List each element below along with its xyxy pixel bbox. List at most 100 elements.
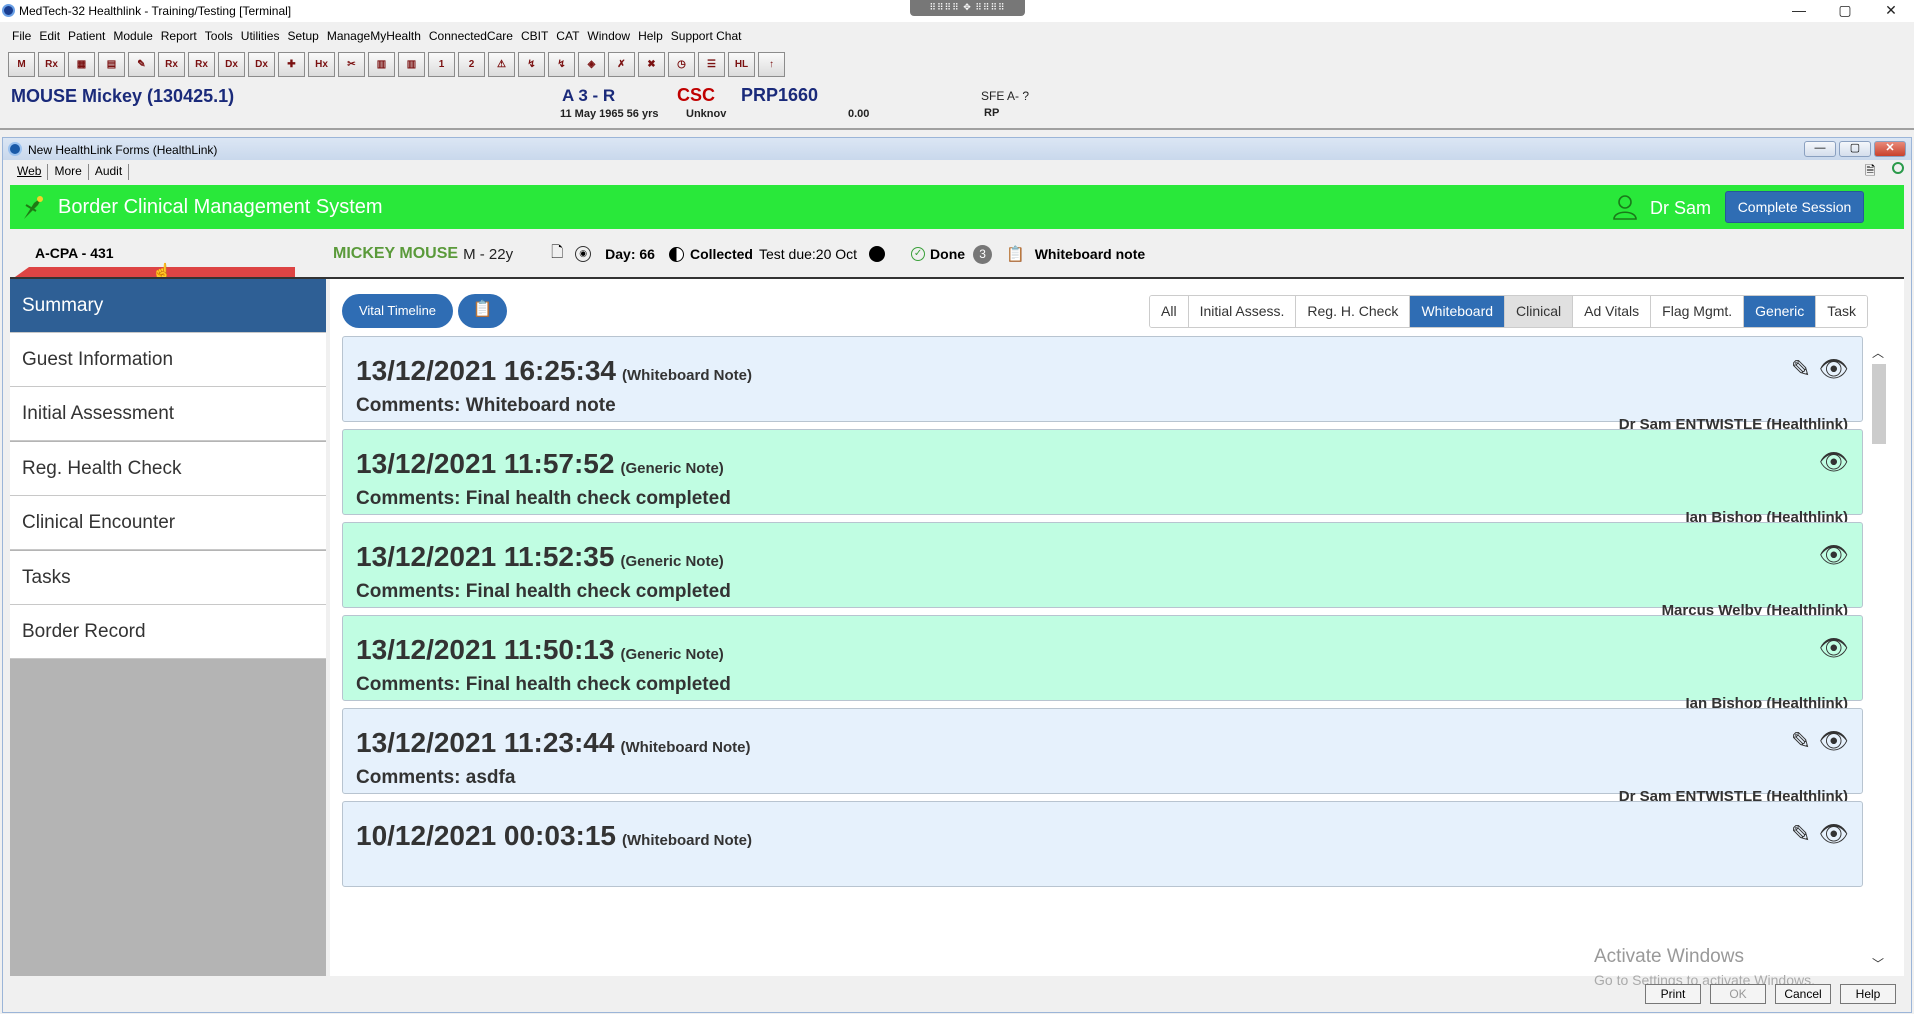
filter-task[interactable]: Task (1816, 296, 1867, 327)
view-eye-icon[interactable]: 👁 (1819, 820, 1849, 849)
status-icon[interactable] (1892, 162, 1904, 174)
note-card[interactable]: 10/12/2021 00:03:15 (Whiteboard Note) ✎ 👁 (342, 801, 1863, 887)
sidebar-item-border-record[interactable]: Border Record (10, 605, 326, 659)
toolbar-button-6[interactable]: Rx (158, 52, 185, 77)
note-card[interactable]: 13/12/2021 11:50:13 (Generic Note) Commen… (342, 615, 1863, 712)
toolbar-button-1[interactable]: M (8, 52, 35, 77)
edit-icon[interactable]: ✎ (1791, 820, 1811, 849)
document-icon[interactable]: 🗋 (551, 242, 563, 267)
note-card[interactable]: 13/12/2021 11:57:52 (Generic Note) Commen… (342, 429, 1863, 526)
filter-ad-vitals[interactable]: Ad Vitals (1573, 296, 1652, 327)
filter-generic[interactable]: Generic (1744, 296, 1817, 327)
user-name[interactable]: Dr Sam (1650, 198, 1711, 219)
scroll-down-arrow[interactable]: ﹀ (1872, 955, 1884, 972)
whiteboard-note-link[interactable]: Whiteboard note (1035, 246, 1145, 262)
menu-file[interactable]: File (8, 26, 35, 46)
minimize-button[interactable]: — (1776, 0, 1822, 22)
view-eye-icon[interactable]: 👁 (1819, 634, 1849, 663)
inner-close-button[interactable]: ✕ (1874, 141, 1906, 157)
tab-web[interactable]: Web (11, 164, 49, 180)
toolbar-button-10[interactable]: ✚ (278, 52, 305, 77)
toolbar-button-8[interactable]: Dx (218, 52, 245, 77)
patient-banner-name[interactable]: MOUSE Mickey (130425.1) (11, 86, 234, 107)
note-card[interactable]: 13/12/2021 11:52:35 (Generic Note) Commen… (342, 522, 1863, 619)
clipboard-icon[interactable]: 📋 (1006, 245, 1025, 263)
toolbar-button-9[interactable]: Dx (248, 52, 275, 77)
inner-minimize-button[interactable]: — (1804, 141, 1836, 157)
menu-patient[interactable]: Patient (64, 26, 109, 46)
close-button[interactable]: ✕ (1868, 0, 1914, 22)
toolbar-button-22[interactable]: ✖ (638, 52, 665, 77)
toolbar-button-4[interactable]: ▤ (98, 52, 125, 77)
cancel-button[interactable]: Cancel (1775, 984, 1831, 1004)
menu-support-chat[interactable]: Support Chat (667, 26, 746, 46)
tab-audit[interactable]: Audit (89, 164, 130, 180)
tab-more[interactable]: More (48, 164, 89, 180)
toolbar-button-21[interactable]: ✗ (608, 52, 635, 77)
menu-cat[interactable]: CAT (552, 26, 583, 46)
camera-icon[interactable]: ◉ (575, 246, 592, 262)
toolbar-button-23[interactable]: ◷ (668, 52, 695, 77)
toolbar-button-24[interactable]: ☰ (698, 52, 725, 77)
menu-connectedcare[interactable]: ConnectedCare (425, 26, 517, 46)
sidebar-item-reg-health-check[interactable]: Reg. Health Check (10, 442, 326, 496)
menu-window[interactable]: Window (583, 26, 634, 46)
menu-help[interactable]: Help (634, 26, 667, 46)
filter-initial-assess[interactable]: Initial Assess. (1188, 296, 1297, 327)
toolbar-button-11[interactable]: Hx (308, 52, 335, 77)
toolbar-button-15[interactable]: 1 (428, 52, 455, 77)
menu-tools[interactable]: Tools (201, 26, 237, 46)
toolbar-button-26[interactable]: ↑ (758, 52, 785, 77)
inner-maximize-button[interactable]: ▢ (1839, 141, 1871, 157)
sidebar-item-guest-information[interactable]: Guest Information (10, 333, 326, 387)
toolbar-button-14[interactable]: ▥ (398, 52, 425, 77)
toolbar-button-16[interactable]: 2 (458, 52, 485, 77)
menu-managemyhealth[interactable]: ManageMyHealth (323, 26, 425, 46)
toolbar-button-7[interactable]: Rx (188, 52, 215, 77)
note-card[interactable]: 13/12/2021 11:23:44 (Whiteboard Note) Com… (342, 708, 1863, 805)
menu-report[interactable]: Report (157, 26, 201, 46)
menu-utilities[interactable]: Utilities (237, 26, 284, 46)
scroll-up-arrow[interactable]: ︿ (1872, 344, 1884, 361)
filter-reg-h-check[interactable]: Reg. H. Check (1296, 296, 1411, 327)
toolbar-button-17[interactable]: ⚠ (488, 52, 515, 77)
note-card[interactable]: 13/12/2021 16:25:34 (Whiteboard Note) Com… (342, 336, 1863, 433)
toolbar-button-18[interactable]: ↯ (518, 52, 545, 77)
document-icon[interactable]: 🗎 (1865, 162, 1875, 184)
scrollbar-thumb[interactable] (1872, 364, 1886, 444)
menu-cbit[interactable]: CBIT (517, 26, 552, 46)
toolbar-button-12[interactable]: ✂ (338, 52, 365, 77)
vital-timeline-button[interactable]: Vital Timeline (342, 294, 453, 328)
complete-session-button[interactable]: Complete Session (1725, 191, 1864, 223)
clipboard-add-button[interactable]: 📋 (458, 294, 507, 328)
print-button[interactable]: Print (1645, 984, 1701, 1004)
sidebar-item-initial-assessment[interactable]: Initial Assessment (10, 387, 326, 441)
filter-flag-mgmt[interactable]: Flag Mgmt. (1651, 296, 1745, 327)
view-eye-icon[interactable]: 👁 (1819, 448, 1849, 477)
view-eye-icon[interactable]: 👁 (1819, 727, 1849, 756)
edit-icon[interactable]: ✎ (1791, 727, 1811, 756)
filter-clinical[interactable]: Clinical (1505, 296, 1574, 327)
toolbar-button-5[interactable]: ✎ (128, 52, 155, 77)
ok-button[interactable]: OK (1710, 984, 1766, 1004)
toolbar-button-13[interactable]: ▥ (368, 52, 395, 77)
drag-grip[interactable]: ⠿⠿⠿⠿ ✥ ⠿⠿⠿⠿ (910, 0, 1025, 16)
toolbar-button-2[interactable]: Rx (38, 52, 65, 77)
help-button[interactable]: Help (1840, 984, 1896, 1004)
menu-edit[interactable]: Edit (35, 26, 64, 46)
maximize-button[interactable]: ▢ (1822, 0, 1868, 22)
view-eye-icon[interactable]: 👁 (1819, 355, 1849, 384)
edit-icon[interactable]: ✎ (1791, 355, 1811, 384)
toolbar-button-25[interactable]: HL (728, 52, 755, 77)
menu-module[interactable]: Module (109, 26, 156, 46)
user-icon[interactable] (1612, 194, 1638, 220)
sidebar-item-tasks[interactable]: Tasks (10, 551, 326, 605)
filter-all[interactable]: All (1150, 296, 1189, 327)
sidebar-item-clinical-encounter[interactable]: Clinical Encounter (10, 496, 326, 550)
toolbar-button-3[interactable]: ▦ (68, 52, 95, 77)
menu-setup[interactable]: Setup (283, 26, 322, 46)
toolbar-button-20[interactable]: ◈ (578, 52, 605, 77)
sidebar-item-summary[interactable]: Summary (10, 279, 326, 333)
filter-whiteboard[interactable]: Whiteboard (1410, 296, 1506, 327)
toolbar-button-19[interactable]: ↯ (548, 52, 575, 77)
